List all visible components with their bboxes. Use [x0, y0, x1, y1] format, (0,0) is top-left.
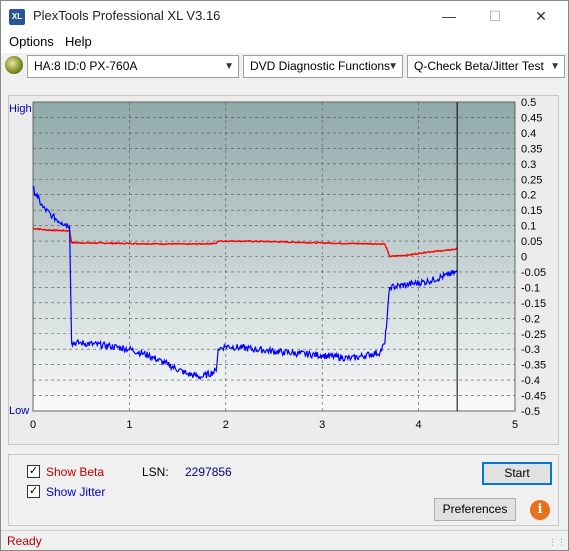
y-tick-label: 0.3: [521, 159, 536, 171]
axis-low-label: Low: [9, 405, 29, 417]
y-tick-label: 0.05: [521, 236, 542, 248]
window-title: PlexTools Professional XL V3.16: [33, 8, 221, 23]
lsn-label: LSN:: [142, 465, 169, 479]
test-select[interactable]: Q-Check Beta/Jitter Test ▼: [407, 55, 565, 78]
chart-panel: 0.5 0.45 0.4 0.35 0.3 0.25 0.2 0.15 0.1 0.05 0 -0.0…: [8, 95, 559, 445]
menu-bar: Options Help: [1, 31, 568, 53]
show-beta-checkbox[interactable]: ✓: [27, 465, 40, 478]
y-tick-label: 0.1: [521, 221, 536, 233]
y-tick-label: -0.2: [521, 313, 540, 325]
y-tick-label: -0.4: [521, 375, 540, 387]
y-tick-label: 0.2: [521, 190, 536, 202]
y-tick-label: -0.35: [521, 360, 546, 372]
y-tick-label: -0.5: [521, 406, 540, 418]
y-tick-label: 0.45: [521, 112, 542, 124]
title-bar: XL PlexTools Professional XL V3.16 — ☐ ✕: [1, 1, 568, 31]
close-button[interactable]: ✕: [518, 1, 564, 31]
app-window: XL PlexTools Professional XL V3.16 — ☐ ✕…: [0, 0, 569, 551]
y-tick-label: 0.5: [521, 97, 536, 109]
info-icon[interactable]: i: [530, 500, 550, 520]
x-tick-label: 0: [30, 419, 36, 431]
maximize-button[interactable]: ☐: [472, 1, 518, 31]
y-tick-label: -0.15: [521, 298, 546, 310]
chevron-down-icon: ▼: [388, 61, 398, 72]
drive-select-value: HA:8 ID:0 PX-760A: [34, 59, 138, 73]
drive-select[interactable]: HA:8 ID:0 PX-760A ▼: [27, 55, 239, 78]
x-tick-label: 2: [223, 419, 229, 431]
y-tick-label: -0.05: [521, 267, 546, 279]
start-button[interactable]: Start: [482, 462, 552, 485]
optical-drive-icon: [5, 56, 23, 74]
show-jitter-label[interactable]: Show Jitter: [46, 485, 105, 499]
menu-help[interactable]: Help: [65, 34, 92, 49]
lsn-value: 2297856: [185, 465, 232, 479]
x-tick-label: 5: [512, 419, 518, 431]
chevron-down-icon: ▼: [224, 61, 234, 72]
y-tick-label: 0.4: [521, 128, 536, 140]
function-select[interactable]: DVD Diagnostic Functions ▼: [243, 55, 403, 78]
beta-jitter-chart: 0.5 0.45 0.4 0.35 0.3 0.25 0.2 0.15 0.1 0.05 0 -0.0…: [9, 97, 546, 431]
y-tick-label: -0.3: [521, 344, 540, 356]
show-beta-label[interactable]: Show Beta: [46, 465, 104, 479]
status-text: Ready: [7, 534, 42, 548]
y-tick-label: -0.25: [521, 329, 546, 341]
x-tick-label: 1: [126, 419, 132, 431]
minimize-button[interactable]: —: [426, 1, 472, 31]
y-tick-label: 0.35: [521, 143, 542, 155]
test-select-value: Q-Check Beta/Jitter Test: [414, 59, 544, 73]
chevron-down-icon: ▼: [550, 61, 560, 72]
function-select-value: DVD Diagnostic Functions: [250, 59, 391, 73]
show-jitter-checkbox[interactable]: ✓: [27, 485, 40, 498]
y-tick-label: 0.15: [521, 205, 542, 217]
toolbar: HA:8 ID:0 PX-760A ▼ DVD Diagnostic Funct…: [1, 53, 568, 80]
axis-high-label: High: [9, 103, 32, 115]
menu-options[interactable]: Options: [9, 34, 54, 49]
app-logo-icon: XL: [9, 9, 25, 25]
control-panel: ✓ Show Beta ✓ Show Jitter LSN: 2297856 S…: [8, 454, 559, 526]
status-bar: Ready ⋮⋮: [1, 530, 568, 550]
resize-grip-icon[interactable]: ⋮⋮: [548, 537, 566, 548]
y-tick-label: -0.1: [521, 282, 540, 294]
y-tick-label: -0.45: [521, 391, 546, 403]
y-tick-label: 0: [521, 252, 527, 264]
x-tick-label: 4: [416, 419, 422, 431]
y-tick-label: 0.25: [521, 174, 542, 186]
x-tick-label: 3: [319, 419, 325, 431]
preferences-button[interactable]: Preferences: [434, 498, 516, 521]
